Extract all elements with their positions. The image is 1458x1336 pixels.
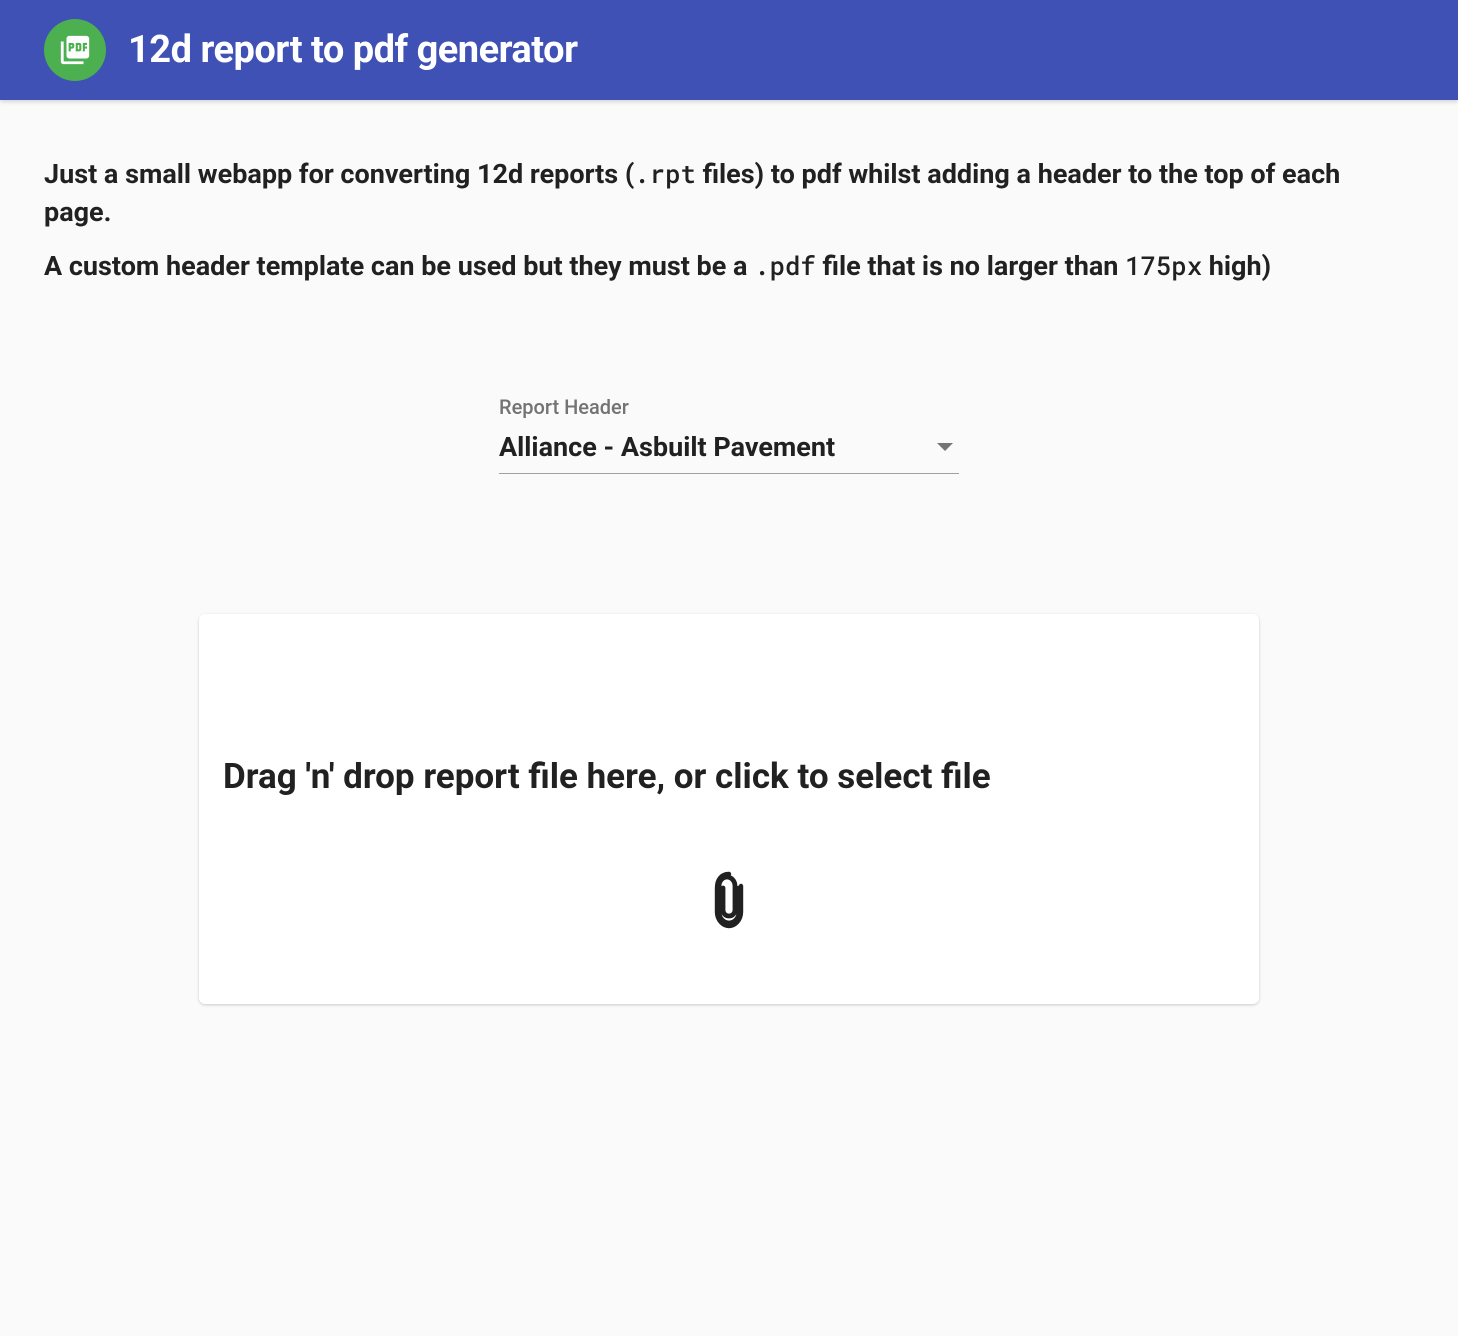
report-header-label: Report Header — [499, 395, 959, 419]
code-rpt: .rpt — [634, 156, 696, 190]
report-header-value: Alliance - Asbuilt Pavement — [499, 431, 835, 463]
dropzone-text: Drag 'n' drop report file here, or click… — [219, 754, 1239, 800]
attachment-icon — [705, 870, 753, 934]
intro-text: Just a small webapp for converting 12d r… — [44, 156, 1414, 285]
code-175px: 175px — [1125, 248, 1202, 282]
report-header-select[interactable]: Alliance - Asbuilt Pavement — [499, 425, 959, 474]
report-header-section: Report Header Alliance - Asbuilt Pavemen… — [44, 395, 1414, 474]
dropzone-section: Drag 'n' drop report file here, or click… — [44, 614, 1414, 1004]
report-header-control: Report Header Alliance - Asbuilt Pavemen… — [499, 395, 959, 474]
code-pdf: .pdf — [754, 248, 816, 282]
app-bar: 12d report to pdf generator — [0, 0, 1458, 100]
main-content: Just a small webapp for converting 12d r… — [0, 100, 1458, 1064]
chevron-down-icon — [937, 443, 953, 451]
file-dropzone[interactable]: Drag 'n' drop report file here, or click… — [199, 614, 1259, 1004]
app-title: 12d report to pdf generator — [128, 28, 577, 72]
intro-paragraph-2: A custom header template can be used but… — [44, 248, 1414, 286]
pdf-icon — [44, 19, 106, 81]
intro-paragraph-1: Just a small webapp for converting 12d r… — [44, 156, 1414, 232]
